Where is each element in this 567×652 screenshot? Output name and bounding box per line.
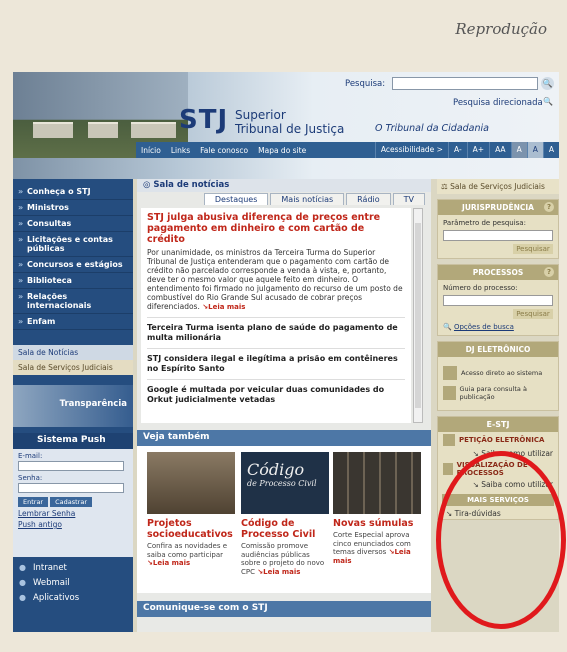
email-label: E-mail: [18,452,43,460]
veja-tambem-title: Veja também [137,430,431,446]
servicos-title[interactable]: ⚖ Sala de Serviços Judiciais [437,179,559,194]
peticao-link[interactable]: PETIÇÃO ELETRÔNICA [438,432,558,448]
news-item[interactable]: STJ considera ilegal e ilegítima a prisã… [147,348,405,374]
menu-relacoes[interactable]: Relações internacionais [13,289,133,314]
dj-box: DJ ELETRÔNICO Acesso direto ao sistema G… [437,341,559,411]
menu-licitacoes[interactable]: Licitações e contas públicas [13,232,133,257]
site-motto: O Tribunal da Cidadania [375,123,489,134]
bottom-links: Intranet Webmail Aplicativos [13,561,133,606]
menu-ministros[interactable]: Ministros [13,200,133,216]
help-icon: ? [544,267,554,277]
left-sidebar: Conheça o STJ Ministros Consultas Licita… [13,179,133,632]
sumulas-image [333,452,421,514]
jurisprudencia-input[interactable] [443,230,553,241]
top-navigation: Início Links Fale conosco Mapa do site A… [136,142,559,158]
pesquisar-button[interactable]: Pesquisar [513,244,553,254]
nav-links[interactable]: Links [166,146,195,155]
tab-tv[interactable]: TV [392,193,425,205]
sala-noticias-link[interactable]: Sala de Notícias [13,345,133,360]
directed-search-link[interactable]: Pesquisa direcionada [453,98,543,108]
main-content: ◎ Sala de notícias Destaques Mais notíci… [137,179,431,632]
projetos-image [147,452,235,514]
search-label: Pesquisa: [345,79,386,89]
search-icon: 🔍 [443,323,452,331]
highlight-circle [436,451,566,629]
contrast-button-2[interactable]: A [526,142,543,158]
card-sumulas[interactable]: Novas súmulas Corte Especial aprova cinc… [333,452,421,565]
site-header: STJ Superior Tribunal de Justiça O Tribun… [13,72,559,179]
search-icon[interactable]: 🔍 [541,77,554,90]
card-projetos[interactable]: Projetos socioeducativos Confira as novi… [147,452,235,568]
nav-inicio[interactable]: Início [136,146,166,155]
photo-caption: Reprodução [455,20,547,38]
opcoes-busca-link[interactable]: Opções de busca [454,323,514,331]
stj-logo[interactable]: STJ [179,105,228,135]
push-antigo-link[interactable]: Push antigo [18,520,128,529]
headline-body: Por unanimidade, os ministros da Terceir… [147,248,403,311]
news-item[interactable]: Google é multada por veicular duas comun… [147,379,405,405]
aplicativos-link[interactable]: Aplicativos [13,591,133,606]
processos-box: PROCESSOS? Número do processo: Pesquisar… [437,264,559,336]
logo-subtitle: Superior Tribunal de Justiça [235,108,345,136]
news-scrollbar[interactable] [413,208,423,423]
push-form: E-mail: Senha: Entrar Cadastrar Lembrar … [13,449,133,557]
email-field[interactable] [18,461,124,471]
menu-consultas[interactable]: Consultas [13,216,133,232]
document-icon [443,463,453,475]
menu-conheca[interactable]: Conheça o STJ [13,184,133,200]
comunique-title: Comunique-se com o STJ [137,601,431,617]
dj-guia[interactable]: Guia para consulta à publicação [443,385,553,401]
lembrar-senha-link[interactable]: Lembrar Senha [18,509,128,518]
nav-fale-conosco[interactable]: Fale conosco [195,146,253,155]
pesquisar-button[interactable]: Pesquisar [513,309,553,319]
password-field[interactable] [18,483,124,493]
headline[interactable]: STJ julga abusiva diferença de preços en… [147,212,405,245]
veja-tambem-panel: Projetos socioeducativos Confira as novi… [137,446,431,593]
news-tabs: Destaques Mais notícias Rádio TV [137,193,425,205]
transparencia-banner[interactable]: Transparência [13,385,133,427]
contrast-button-3[interactable]: A [542,142,559,158]
cpc-cover-image: Código de Processo Civil [241,452,329,514]
tab-mais-noticias[interactable]: Mais notícias [270,193,345,205]
menu-enfam[interactable]: Enfam [13,314,133,330]
font-reset-button[interactable]: AA [489,142,510,158]
document-icon [443,386,456,400]
jurisprudencia-box: JURISPRUDÊNCIA? Parâmetro de pesquisa: P… [437,199,559,259]
document-icon [443,434,455,446]
news-panel: STJ julga abusiva diferença de preços en… [141,208,411,423]
search-input[interactable] [392,77,538,90]
font-decrease-button[interactable]: A- [447,142,467,158]
tab-destaques[interactable]: Destaques [203,193,269,205]
news-item[interactable]: Terceira Turma isenta plano de saúde do … [147,317,405,343]
card-cpc[interactable]: Código de Processo Civil Código de Proces… [241,452,329,576]
cadastrar-button[interactable]: Cadastrar [50,497,93,507]
menu-biblioteca[interactable]: Biblioteca [13,273,133,289]
nav-mapa-site[interactable]: Mapa do site [253,146,311,155]
sala-servicos-link[interactable]: Sala de Serviços Judiciais [13,360,133,375]
leia-mais-link[interactable]: ↘Leia mais [202,303,245,311]
document-icon [443,366,457,380]
processo-input[interactable] [443,295,553,306]
tab-radio[interactable]: Rádio [346,193,391,205]
noticias-title: ◎ Sala de notícias [137,179,431,192]
contrast-button-1[interactable]: A [510,142,527,158]
accessibility-link[interactable]: Acessibilidade > [374,142,448,158]
accessibility-controls: Acessibilidade > A- A+ AA A A A [374,142,559,158]
help-icon: ? [544,202,554,212]
webmail-link[interactable]: Webmail [13,576,133,591]
font-increase-button[interactable]: A+ [466,142,489,158]
senha-label: Senha: [18,474,43,482]
menu-concursos[interactable]: Concursos e estágios [13,257,133,273]
push-title: Sistema Push [13,433,133,449]
search-icon[interactable]: 🔍 [543,97,553,106]
intranet-link[interactable]: Intranet [13,561,133,576]
main-menu: Conheça o STJ Ministros Consultas Licita… [13,184,133,330]
entrar-button[interactable]: Entrar [18,497,49,507]
dj-acesso[interactable]: Acesso direto ao sistema [443,366,553,380]
